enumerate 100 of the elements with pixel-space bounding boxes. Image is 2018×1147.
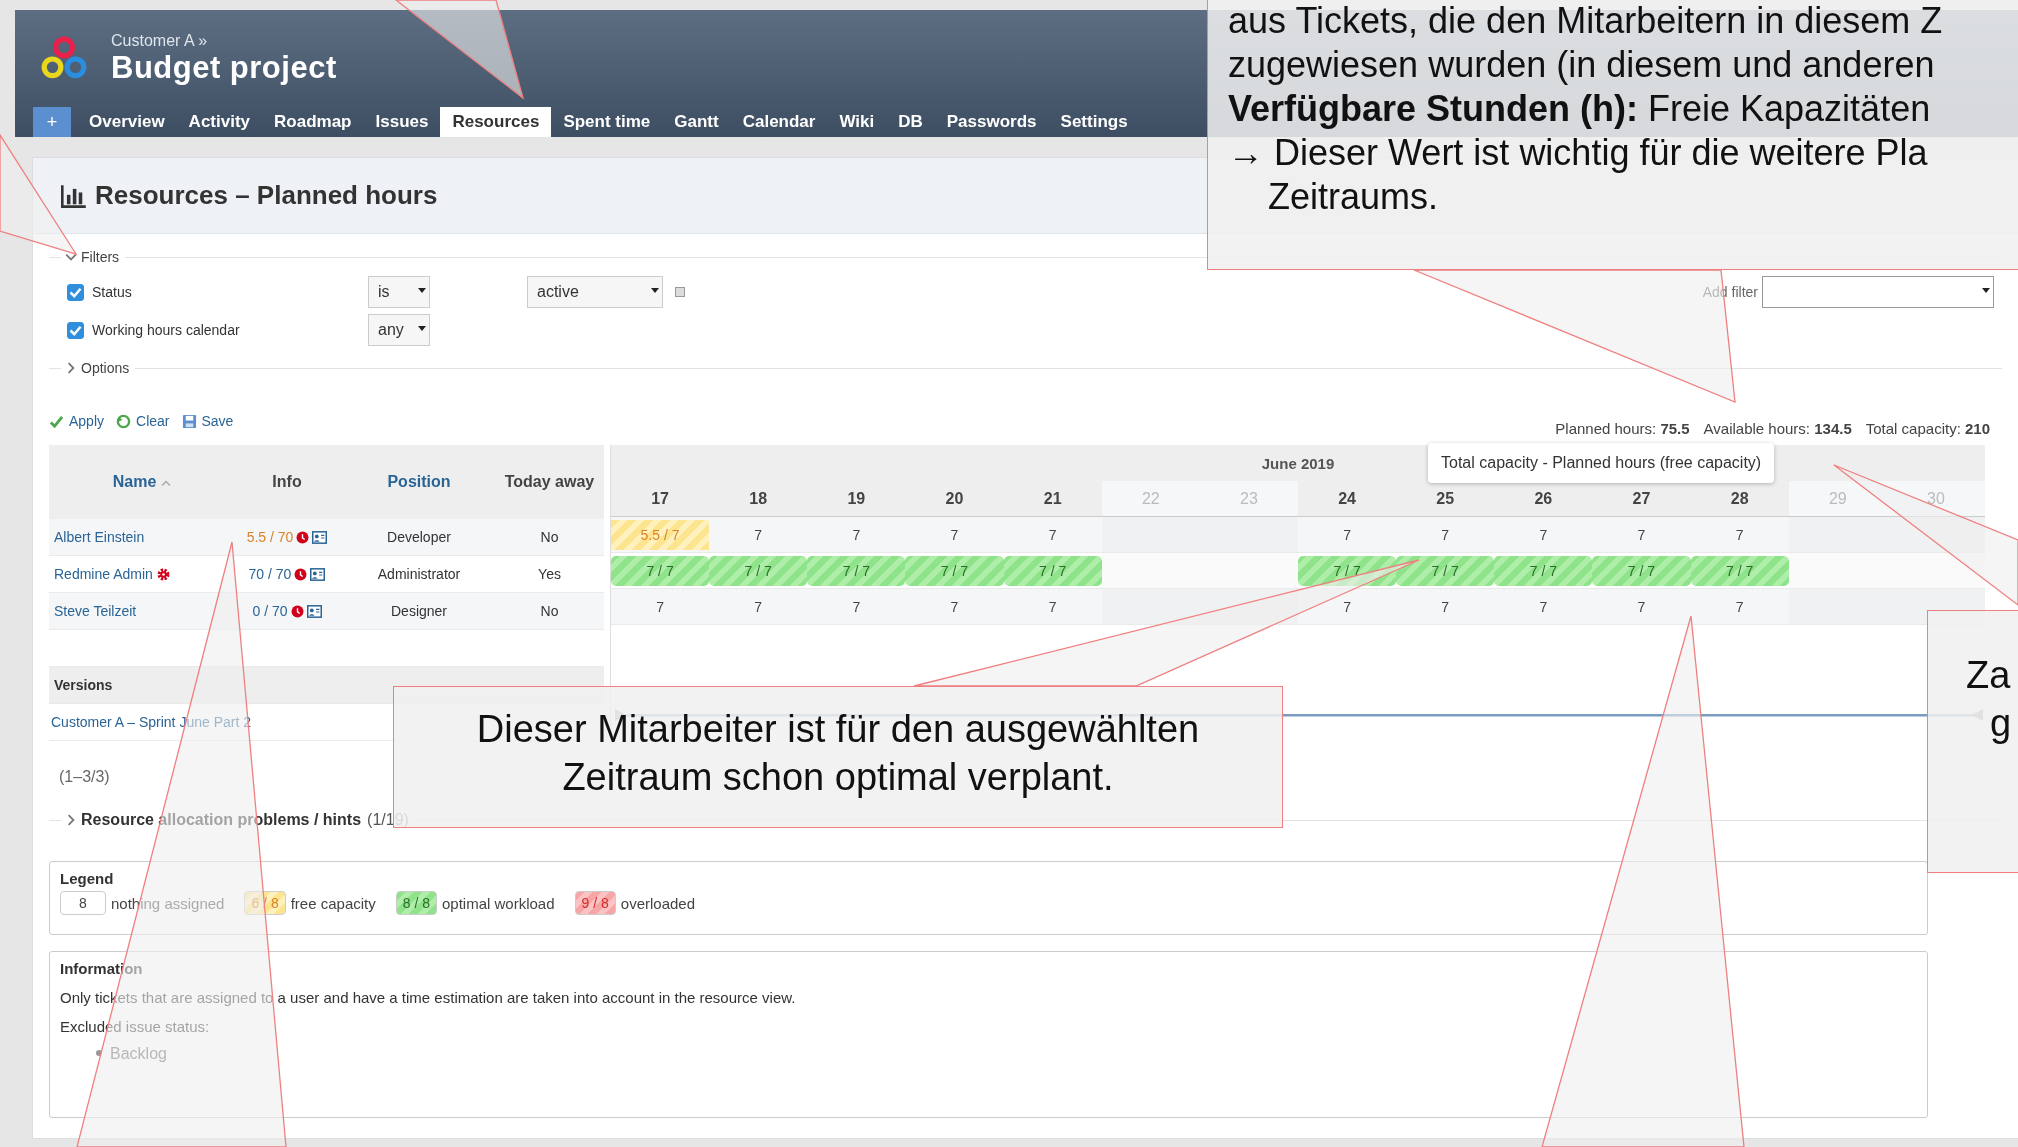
checkbox[interactable] [67, 321, 84, 339]
value-select[interactable]: active [527, 276, 663, 308]
operator-select[interactable]: is [368, 276, 430, 308]
nav-tab[interactable]: Calendar [730, 107, 828, 137]
breadcrumb-link[interactable]: Customer A » [111, 31, 337, 50]
contact-card-icon[interactable] [312, 531, 328, 544]
gear-icon [156, 568, 170, 581]
hours-text: 0 / 70 [252, 603, 288, 619]
day-cell: 7 [1441, 526, 1450, 543]
user-link[interactable]: Steve Teilzeit [54, 603, 137, 619]
project-title: Budget project [111, 49, 337, 86]
day-header: 30 [1886, 481, 1985, 517]
day-cell: 7 [950, 598, 959, 615]
status-item: Backlog [110, 1045, 167, 1062]
checkbox[interactable] [67, 283, 84, 301]
bullet-icon [96, 1050, 102, 1056]
nav-tab[interactable]: Spent time [551, 107, 663, 137]
day-cell: 7 [1539, 598, 1548, 615]
column-header: Info [272, 473, 302, 490]
day-cell: 7 / 7 [1396, 555, 1495, 586]
day-cell: 7 / 7 [807, 555, 906, 586]
day-header: 22 [1101, 481, 1200, 517]
day-cell: 7 [1048, 526, 1057, 543]
day-cell: 7 [1343, 526, 1351, 543]
day-cell: 7 / 7 [611, 555, 710, 586]
day-cell: 7 [1048, 598, 1057, 615]
sort-caret-icon [161, 480, 172, 487]
contact-card-icon[interactable] [306, 605, 322, 618]
callout-text: aus Tickets, die den Mitarbeitern in diesem Z zugewiesen wurden (in diesem und anderen Verfügbare Stunden (h): Freie Kapazitäten → Dieser Wert ist wichtig für die weitere Pla Zeitraums. [1228, 0, 1944, 219]
day-cell: 7 [1539, 526, 1548, 543]
table-cell: Developer [343, 519, 495, 556]
refresh-icon [116, 413, 132, 429]
column-header[interactable]: Name [112, 473, 157, 490]
chevron-icon [65, 814, 77, 826]
day-cell: 7 [754, 526, 763, 543]
day-cell: 7 [656, 598, 664, 615]
nav-tab[interactable]: Overview [77, 107, 177, 137]
problems-toggle[interactable]: Resource allocation problems / hints [65, 811, 368, 829]
action-link[interactable]: Apply [49, 413, 105, 429]
contact-card-icon[interactable] [310, 568, 326, 581]
day-cell: 7 [852, 598, 861, 615]
day-cell: 7 [1343, 598, 1351, 615]
nav-tab[interactable]: Activity [176, 107, 263, 137]
table-cell: Designer [343, 592, 495, 630]
day-cell: 7 [852, 526, 861, 543]
day-cell: 7 [950, 526, 959, 543]
action-link[interactable]: Save [181, 413, 234, 429]
bar-chart-icon [61, 183, 87, 208]
nav-tab[interactable]: Gantt [662, 107, 731, 137]
options-toggle[interactable]: Options [65, 360, 136, 376]
table-cell: Administrator [343, 555, 495, 593]
table-cell: No [495, 519, 604, 556]
add-filter-select[interactable] [1762, 276, 1994, 308]
day-cell: 7 [1637, 598, 1646, 615]
filter-label: Working hours calendar [92, 322, 240, 338]
chevron-icon [65, 251, 77, 263]
nav-tab[interactable]: Roadmap [262, 107, 364, 137]
clock-icon[interactable] [290, 605, 304, 618]
operator-select[interactable]: any [368, 314, 430, 346]
tooltip: Total capacity - Planned hours (free capacity) [1428, 443, 1775, 483]
day-cell: 7 [1735, 598, 1744, 615]
nav-tab[interactable]: Issues [363, 107, 441, 137]
day-cell: 7 / 7 [1003, 555, 1102, 586]
day-header: 29 [1788, 481, 1887, 517]
action-link[interactable]: Clear [116, 413, 170, 429]
legend-label: overloaded [620, 894, 696, 912]
legend-sample: 9 / 8 [574, 891, 616, 915]
nav-tab[interactable]: Wiki [827, 107, 887, 137]
total-text: Total capacity: 210 [1865, 420, 1990, 437]
column-header: Today away [504, 473, 595, 490]
nav-tab[interactable]: Passwords [934, 107, 1049, 137]
clock-icon[interactable] [294, 568, 308, 581]
user-link[interactable]: Albert Einstein [54, 529, 145, 545]
filter-label: Status [92, 284, 132, 300]
legend-title: Legend [60, 870, 115, 887]
day-cell: 7 [754, 598, 763, 615]
total-text: Available hours: 134.5 [1703, 420, 1852, 437]
table-cell: Yes [495, 555, 604, 593]
clock-icon[interactable] [296, 531, 310, 544]
legend-sample: 8 [60, 891, 106, 915]
chevron-icon [65, 362, 77, 374]
total-text: Planned hours: 75.5 [1555, 420, 1690, 437]
day-header: 23 [1199, 481, 1298, 517]
day-cell: 7 / 7 [1494, 555, 1593, 586]
column-header[interactable]: Position [387, 473, 451, 490]
information-title: Information [60, 960, 144, 977]
nav-tab[interactable]: Settings [1048, 107, 1140, 137]
filters-toggle[interactable]: Filters [65, 249, 126, 265]
day-cell: 7 / 7 [905, 555, 1004, 586]
day-cell: 7 [1735, 526, 1744, 543]
day-cell: 7 / 7 [1592, 555, 1691, 586]
nav-tab[interactable]: Resources [440, 107, 552, 137]
day-cell: 7 / 7 [709, 555, 808, 586]
legend-label: nothing assigned [111, 894, 225, 912]
legend-label: optimal workload [442, 894, 555, 912]
month-label: June 2019 [1261, 454, 1335, 472]
checkmark-icon [49, 413, 64, 429]
user-link[interactable]: Redmine Admin [54, 566, 153, 582]
nav-tab[interactable]: DB [886, 107, 935, 137]
hours-text: 5.5 / 70 [246, 529, 294, 545]
